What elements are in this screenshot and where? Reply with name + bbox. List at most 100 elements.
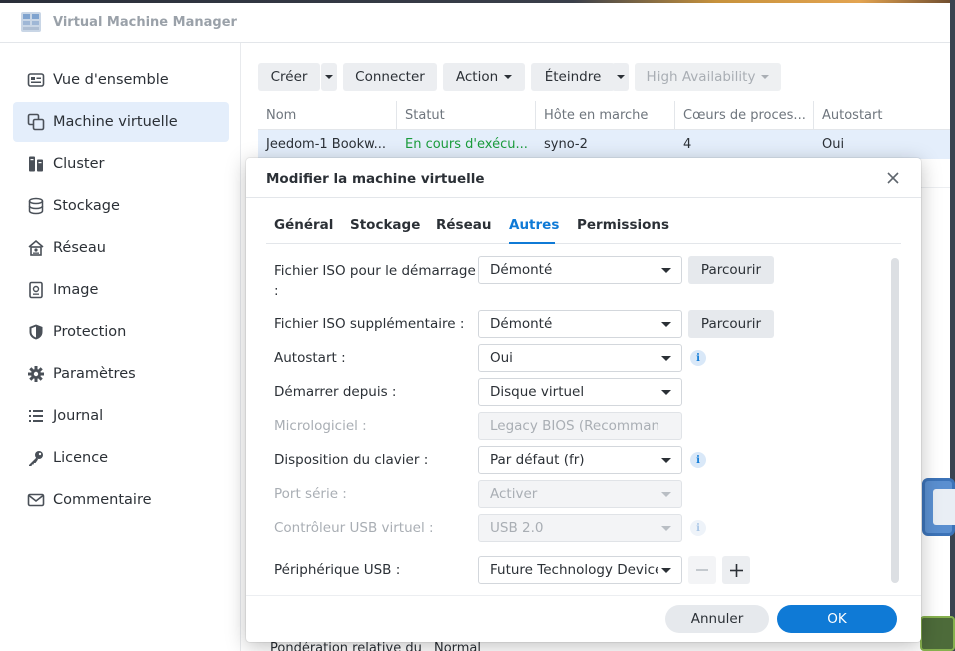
firmware-select: Legacy BIOS (Recomman	[478, 412, 682, 440]
firmware-value: Legacy BIOS (Recomman	[490, 418, 658, 434]
sidebar-item-label: Licence	[53, 450, 109, 466]
plus-icon	[729, 563, 743, 577]
key-icon	[25, 447, 47, 469]
minus-icon	[696, 569, 708, 571]
usb-controller-value: USB 2.0	[490, 520, 544, 536]
firmware-label: Micrologiciel :	[274, 418, 367, 434]
dialog-tabs: Général Stockage Réseau Autres Permissio…	[266, 208, 901, 244]
sidebar-item-label: Cluster	[53, 156, 105, 172]
sidebar-item-overview[interactable]: Vue d'ensemble	[13, 60, 229, 100]
create-dropdown-button[interactable]	[321, 63, 337, 91]
serial-port-value: Activer	[490, 486, 538, 502]
tab-storage[interactable]: Stockage	[350, 217, 420, 233]
background-detail-row: Pondération relative du Normal	[270, 641, 481, 651]
close-icon[interactable]	[883, 168, 903, 188]
chevron-down-icon	[661, 268, 671, 273]
sidebar-item-log[interactable]: Journal	[13, 396, 229, 436]
cell-autostart: Oui	[822, 137, 845, 152]
create-button[interactable]: Créer	[258, 63, 320, 91]
desktop-widget-thumbnail[interactable]	[922, 478, 955, 536]
keyboard-layout-select[interactable]: Par défaut (fr)	[478, 446, 682, 474]
extra-iso-value: Démonté	[490, 316, 553, 332]
autostart-value: Oui	[490, 350, 513, 366]
action-button[interactable]: Action	[443, 63, 525, 91]
desktop-widget-thumbnail[interactable]	[920, 616, 955, 651]
action-button-label: Action	[455, 69, 499, 85]
remove-usb-button	[688, 556, 716, 584]
tab-general[interactable]: Général	[274, 217, 333, 233]
info-icon[interactable]: i	[690, 452, 706, 468]
usb-device-value: Future Technology Device	[490, 562, 658, 578]
boot-iso-value: Démonté	[490, 262, 553, 278]
sidebar-item-label: Vue d'ensemble	[53, 72, 169, 88]
desktop-background-right	[950, 0, 955, 651]
add-usb-button[interactable]	[722, 556, 750, 584]
sidebar-item-feedback[interactable]: Commentaire	[13, 480, 229, 520]
high-availability-button[interactable]: High Availability	[635, 63, 781, 91]
shutdown-dropdown-button[interactable]	[612, 63, 629, 91]
browse-extra-iso-button[interactable]: Parcourir	[688, 310, 774, 338]
sidebar-item-license[interactable]: Licence	[13, 438, 229, 478]
chevron-down-icon	[661, 322, 671, 327]
shutdown-button-label: Éteindre	[544, 69, 602, 85]
vm-table-header: Nom Statut Hôte en marche Cœurs de proce…	[258, 101, 950, 130]
high-availability-label: High Availability	[646, 69, 756, 85]
info-icon[interactable]: i	[690, 350, 706, 366]
cell-name: Jeedom-1 Bookw...	[266, 137, 386, 152]
sidebar-item-protection[interactable]: Protection	[13, 312, 229, 352]
cancel-button[interactable]: Annuler	[665, 605, 769, 633]
boot-from-label: Démarrer depuis :	[274, 384, 397, 400]
column-header-name[interactable]: Nom	[258, 101, 397, 130]
sidebar-item-label: Réseau	[53, 240, 106, 256]
boot-from-value: Disque virtuel	[490, 384, 585, 400]
active-tab-indicator	[509, 242, 555, 244]
connect-button[interactable]: Connecter	[343, 63, 437, 91]
image-icon	[25, 279, 47, 301]
chevron-down-icon	[616, 75, 625, 79]
tab-network[interactable]: Réseau	[436, 217, 491, 233]
browse-boot-iso-button[interactable]: Parcourir	[688, 256, 774, 284]
cell-cores: 4	[683, 137, 692, 152]
title-bar: Virtual Machine Manager	[0, 3, 950, 43]
storage-icon	[25, 195, 47, 217]
tab-others[interactable]: Autres	[509, 217, 559, 233]
column-header-host[interactable]: Hôte en marche	[536, 101, 675, 130]
extra-iso-select[interactable]: Démonté	[478, 310, 682, 338]
table-row[interactable]: Jeedom-1 Bookw... En cours d'exécu... sy…	[258, 130, 950, 159]
column-header-autostart[interactable]: Autostart	[814, 101, 950, 130]
shutdown-button[interactable]: Éteindre	[531, 63, 615, 91]
edit-vm-dialog: Modifier la machine virtuelle Général St…	[246, 158, 921, 642]
chevron-down-icon	[661, 390, 671, 395]
chevron-down-icon	[325, 75, 333, 79]
tab-permissions[interactable]: Permissions	[577, 217, 669, 233]
boot-iso-select[interactable]: Démonté	[478, 256, 682, 284]
sidebar-item-virtual-machine[interactable]: Machine virtuelle	[13, 102, 229, 142]
sidebar-item-cluster[interactable]: Cluster	[13, 144, 229, 184]
usb-device-select[interactable]: Future Technology Device	[478, 556, 682, 584]
autostart-select[interactable]: Oui	[478, 344, 682, 372]
ok-button[interactable]: OK	[777, 605, 897, 633]
sidebar-item-label: Journal	[53, 408, 104, 424]
dialog-scrollbar[interactable]	[891, 258, 899, 583]
sidebar-item-label: Paramètres	[53, 366, 136, 382]
column-header-cores[interactable]: Cœurs de proces...	[675, 101, 814, 130]
sidebar-item-storage[interactable]: Stockage	[13, 186, 229, 226]
dialog-divider	[246, 197, 921, 198]
sidebar-item-image[interactable]: Image	[13, 270, 229, 310]
sidebar-item-settings[interactable]: Paramètres	[13, 354, 229, 394]
sidebar-item-label: Stockage	[53, 198, 120, 214]
chevron-down-icon	[661, 492, 671, 497]
autostart-label: Autostart :	[274, 350, 346, 366]
overview-icon	[25, 69, 47, 91]
dialog-footer-divider	[246, 595, 921, 596]
keyboard-layout-label: Disposition du clavier :	[274, 452, 429, 468]
thumbnail-screen	[933, 489, 955, 525]
column-header-status[interactable]: Statut	[397, 101, 536, 130]
virtual-machine-icon	[25, 111, 47, 133]
serial-port-label: Port série :	[274, 486, 347, 502]
boot-from-select[interactable]: Disque virtuel	[478, 378, 682, 406]
sidebar-item-label: Image	[53, 282, 99, 298]
network-icon	[25, 237, 47, 259]
sidebar-item-network[interactable]: Réseau	[13, 228, 229, 268]
cluster-icon	[25, 153, 47, 175]
